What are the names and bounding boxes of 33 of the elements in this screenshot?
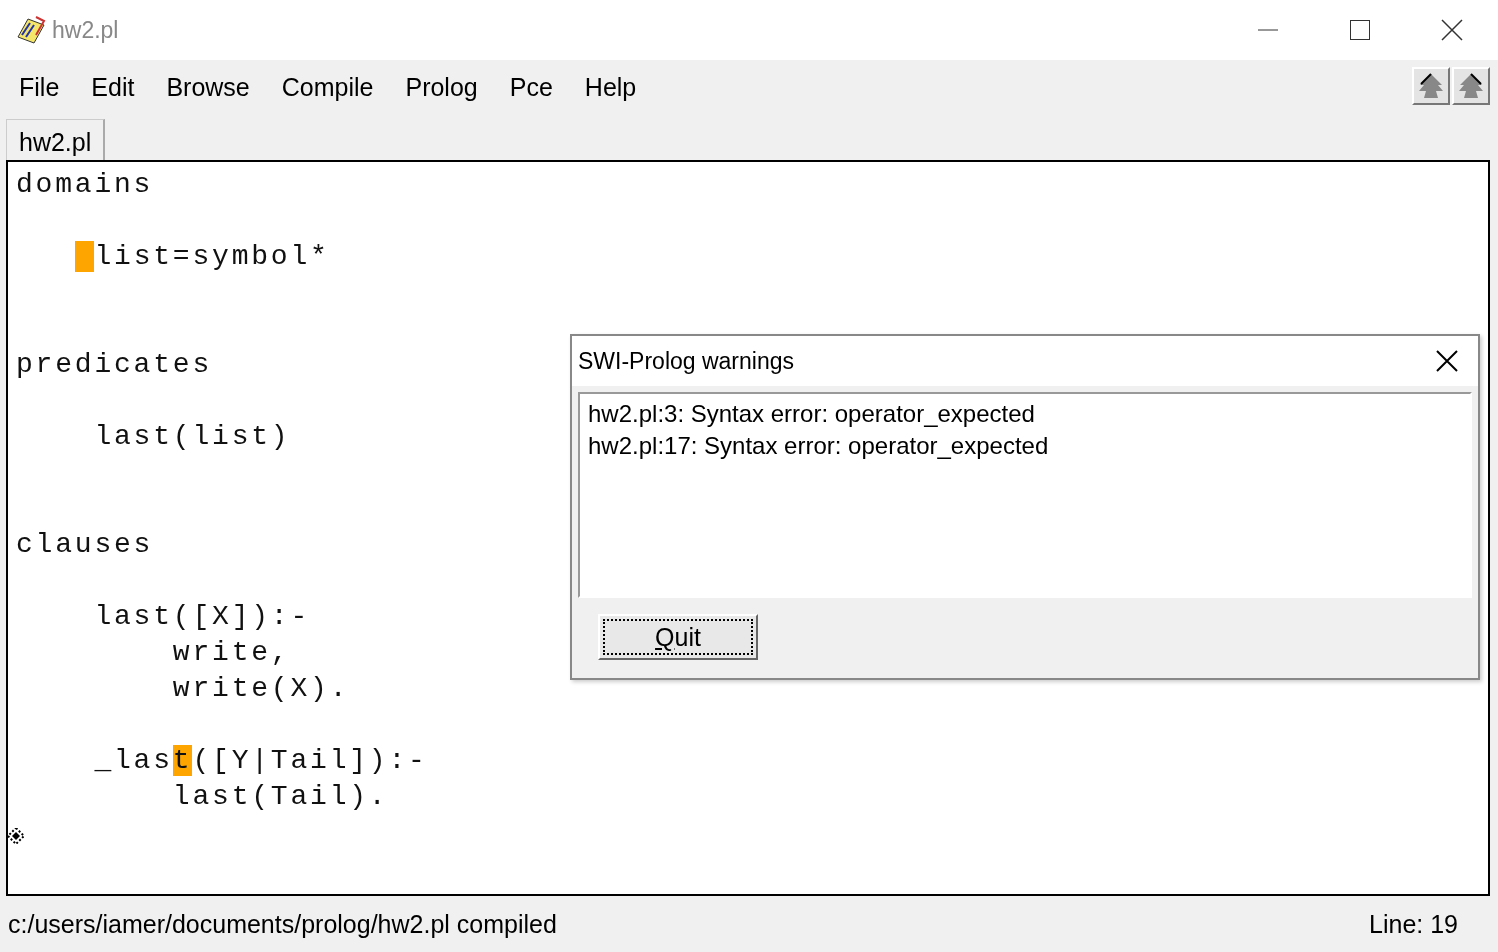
file-tab[interactable]: hw2.pl [6,119,106,160]
arrow-button[interactable] [1412,67,1450,105]
close-icon [1441,19,1463,41]
code-line: predicates [16,347,213,382]
code-line: domains [16,167,154,202]
menu-item[interactable]: Prolog [392,73,497,102]
arrow-button[interactable] [1452,67,1490,105]
menu-item[interactable]: Browse [153,73,269,102]
menu-item[interactable]: File [6,73,79,102]
status-message: c:/users/iamer/documents/prolog/hw2.pl compiled [8,909,557,939]
menu-item[interactable]: Pce [496,73,572,102]
menu-item[interactable]: Compile [268,73,393,102]
warning-message[interactable]: hw2.pl:3: Syntax error: operator_expected [588,398,1462,430]
diamond-icon [8,828,24,844]
code-line: _las t([Y|Tail]):- [93,743,428,778]
code-line: write, [171,635,291,670]
code-line: last(Tail). [171,779,389,814]
window-title: hw2.pl [52,16,119,44]
code-line: last([X]):- [93,599,311,634]
close-icon [1436,350,1458,372]
menu-item[interactable]: Edit [78,73,154,102]
warning-message[interactable]: hw2.pl:17: Syntax error: operator_expected [588,430,1462,462]
menu-item[interactable]: Help [571,73,656,102]
maximize-icon [1350,20,1370,40]
code-line: list=symbol* [16,238,330,274]
line-indicator: Line: 19 [1369,909,1458,939]
code-line: write(X). [171,671,350,706]
quit-button[interactable]: Quit [598,614,758,660]
close-button[interactable] [1436,350,1458,372]
code-line: clauses [16,527,154,562]
minimize-icon [1258,29,1278,31]
dialog-title: SWI-Prolog warnings [578,347,795,375]
code-line: last(list) [93,419,291,454]
